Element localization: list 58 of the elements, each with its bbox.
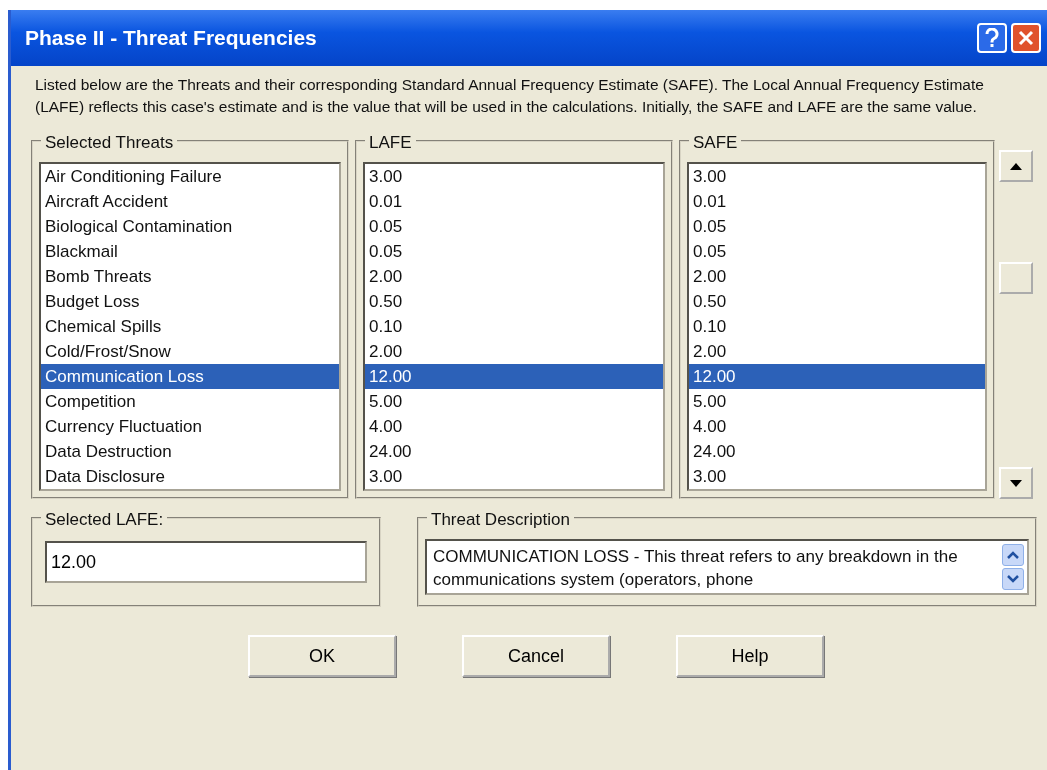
frequency-item[interactable]: 3.00 [689, 164, 985, 189]
frequency-item[interactable]: 12.00 [365, 364, 663, 389]
up-chevron-icon [1007, 551, 1019, 559]
close-icon [1018, 30, 1034, 46]
threat-item[interactable]: Data Disclosure [41, 464, 339, 489]
frequency-item[interactable]: 5.00 [365, 389, 663, 414]
threat-item[interactable]: Currency Fluctuation [41, 414, 339, 439]
instructions-text: Listed below are the Threats and their corresponding Standard Annual Frequency Estimate (SAFE). The Local Annual Frequency Estimate (LAFE) reflects this case's estimate and is the value that will be used in the calculations. Initially, the SAFE and LAFE are the same value. [35, 75, 985, 117]
frequency-item[interactable]: 0.05 [689, 239, 985, 264]
threat-item[interactable]: Cold/Frost/Snow [41, 339, 339, 364]
frequency-item[interactable]: 0.50 [365, 289, 663, 314]
frequency-item[interactable]: 3.00 [689, 464, 985, 489]
selected-lafe-field[interactable]: 12.00 [45, 541, 367, 583]
threat-item[interactable]: Bomb Threats [41, 264, 339, 289]
threat-item[interactable]: Communication Loss [41, 364, 339, 389]
frequency-item[interactable]: 0.50 [689, 289, 985, 314]
frequency-item[interactable]: 0.05 [365, 214, 663, 239]
frequency-item[interactable]: 3.00 [365, 164, 663, 189]
threat-item[interactable]: Aircraft Accident [41, 189, 339, 214]
frequency-item[interactable]: 0.01 [689, 189, 985, 214]
threat-item[interactable]: Competition [41, 389, 339, 414]
close-button[interactable] [1011, 23, 1041, 53]
window-title: Phase II - Threat Frequencies [25, 25, 318, 52]
threat-item[interactable]: Chemical Spills [41, 314, 339, 339]
question-mark-icon [984, 28, 1000, 48]
frequency-item[interactable]: 0.01 [365, 189, 663, 214]
threat-list[interactable] [39, 162, 341, 491]
frequency-item[interactable]: 2.00 [365, 264, 663, 289]
threat-item[interactable]: Biological Contamination [41, 214, 339, 239]
frequency-item[interactable]: 4.00 [365, 414, 663, 439]
threat-item[interactable]: Air Conditioning Failure [41, 164, 339, 189]
threat-item[interactable]: Budget Loss [41, 289, 339, 314]
frequency-item[interactable]: 2.00 [689, 264, 985, 289]
threat-item[interactable]: Data Destruction [41, 439, 339, 464]
frequency-item[interactable]: 0.10 [689, 314, 985, 339]
down-chevron-icon [1007, 575, 1019, 583]
frequency-item[interactable]: 12.00 [689, 364, 985, 389]
frequency-item[interactable]: 5.00 [689, 389, 985, 414]
frequency-item[interactable]: 4.00 [689, 414, 985, 439]
help-button[interactable]: Help [676, 635, 824, 677]
frequency-item[interactable]: 0.05 [689, 214, 985, 239]
frequency-item[interactable]: 24.00 [689, 439, 985, 464]
scroll-thumb[interactable] [999, 262, 1033, 294]
up-arrow-icon [1010, 162, 1022, 170]
help-button[interactable] [977, 23, 1007, 53]
frequency-item[interactable]: 3.00 [365, 464, 663, 489]
frequency-item[interactable]: 2.00 [689, 339, 985, 364]
frequency-list[interactable]: 3.00 0.01 0.05 0.05 2.00 0.50 0.10 2.00 12.00 5.00 4.00 24.00 3.00 [363, 162, 665, 491]
description-text: COMMUNICATION LOSS - This threat refers to any breakdown in the communications system (operators, phone [433, 547, 958, 589]
frequency-item[interactable]: 2.00 [365, 339, 663, 364]
down-arrow-icon [1010, 479, 1022, 487]
frequency-item[interactable]: 0.10 [365, 314, 663, 339]
cancel-button[interactable]: Cancel [462, 635, 610, 677]
threat-item[interactable]: Blackmail [41, 239, 339, 264]
frequency-item[interactable]: 0.05 [365, 239, 663, 264]
frequency-list[interactable]: 3.00 0.01 0.05 0.05 2.00 0.50 0.10 2.00 12.00 5.00 4.00 24.00 3.00 [687, 162, 987, 491]
frequency-item[interactable]: 24.00 [365, 439, 663, 464]
ok-button[interactable]: OK [248, 635, 396, 677]
